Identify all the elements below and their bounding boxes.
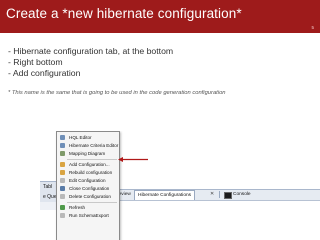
menu-item[interactable]: Rebuild configuration: [57, 169, 119, 177]
page-number: 5: [311, 25, 314, 30]
bullet-item: - Right bottom: [8, 57, 63, 68]
menu-item[interactable]: HQL Editor: [57, 134, 119, 142]
tab-divider: [219, 191, 220, 198]
refresh-icon: [60, 204, 65, 210]
bullet-item: - Hibernate configuration tab, at the bo…: [8, 46, 174, 56]
menu-item[interactable]: Refresh: [57, 204, 119, 212]
criteria-editor-icon: [60, 143, 65, 149]
title-bar: Create a *new hibernate configuration* 5: [0, 0, 320, 33]
mapping-diagram-icon: [60, 151, 65, 157]
menu-item-label: HQL Editor: [69, 135, 92, 140]
menu-item-label: Hibernate Criteria Editor: [69, 143, 119, 149]
slide-title: Create a *new hibernate configuration*: [6, 6, 242, 21]
menu-item[interactable]: Hibernate Criteria Editor: [57, 142, 119, 150]
hql-editor-icon: [60, 135, 65, 140]
menu-item[interactable]: Edit Configuration: [57, 177, 119, 185]
menu-item-label: Add Configuration...: [69, 161, 110, 167]
menu-item-label: Refresh: [69, 204, 86, 210]
rebuild-icon: [60, 169, 65, 175]
menu-item-label: Rebuild configuration: [69, 169, 113, 175]
menu-item-label: Run SchemaExport: [69, 212, 109, 218]
view-content: [116, 201, 320, 240]
menu-item[interactable]: Close Configuration: [57, 185, 119, 193]
menu-item-label: Edit Configuration: [69, 178, 106, 183]
menu-item[interactable]: Run SchemaExport: [57, 212, 119, 220]
context-menu: HQL Editor Hibernate Criteria Editor Mappi…: [56, 131, 120, 240]
menu-item-label: Delete Configuration: [69, 194, 111, 200]
bullet-item: - Add configuration: [8, 68, 81, 79]
footnote: * This name is the same that is going to…: [8, 90, 226, 96]
menu-item-label: Mapping Diagram: [69, 151, 106, 157]
view-tab-bar: review Hibernate Configurations ✕ Consol…: [116, 189, 320, 201]
tab-query[interactable]: e Que: [43, 194, 57, 200]
close-tab-icon[interactable]: ✕: [210, 191, 214, 197]
close-configuration-icon: [60, 186, 65, 192]
menu-item[interactable]: Add Configuration...: [57, 161, 119, 169]
menu-item-label: Close Configuration: [69, 186, 110, 192]
tab-hibernate-configurations[interactable]: Hibernate Configurations: [134, 190, 196, 200]
menu-item[interactable]: Delete Configuration: [57, 193, 119, 201]
menu-item[interactable]: Mapping Diagram: [57, 150, 119, 158]
console-icon: [224, 192, 232, 199]
delete-icon: [60, 194, 65, 200]
add-configuration-icon: [60, 161, 65, 167]
bullet-list: - Hibernate configuration tab, at the bo…: [8, 46, 173, 80]
eclipse-screenshot: Tabl e Que review Hibernate Configuratio…: [40, 131, 320, 240]
schema-export-icon: [60, 212, 65, 218]
tab-table[interactable]: Tabl: [43, 184, 52, 190]
edit-icon: [60, 178, 65, 183]
tab-console[interactable]: Console: [233, 192, 251, 197]
